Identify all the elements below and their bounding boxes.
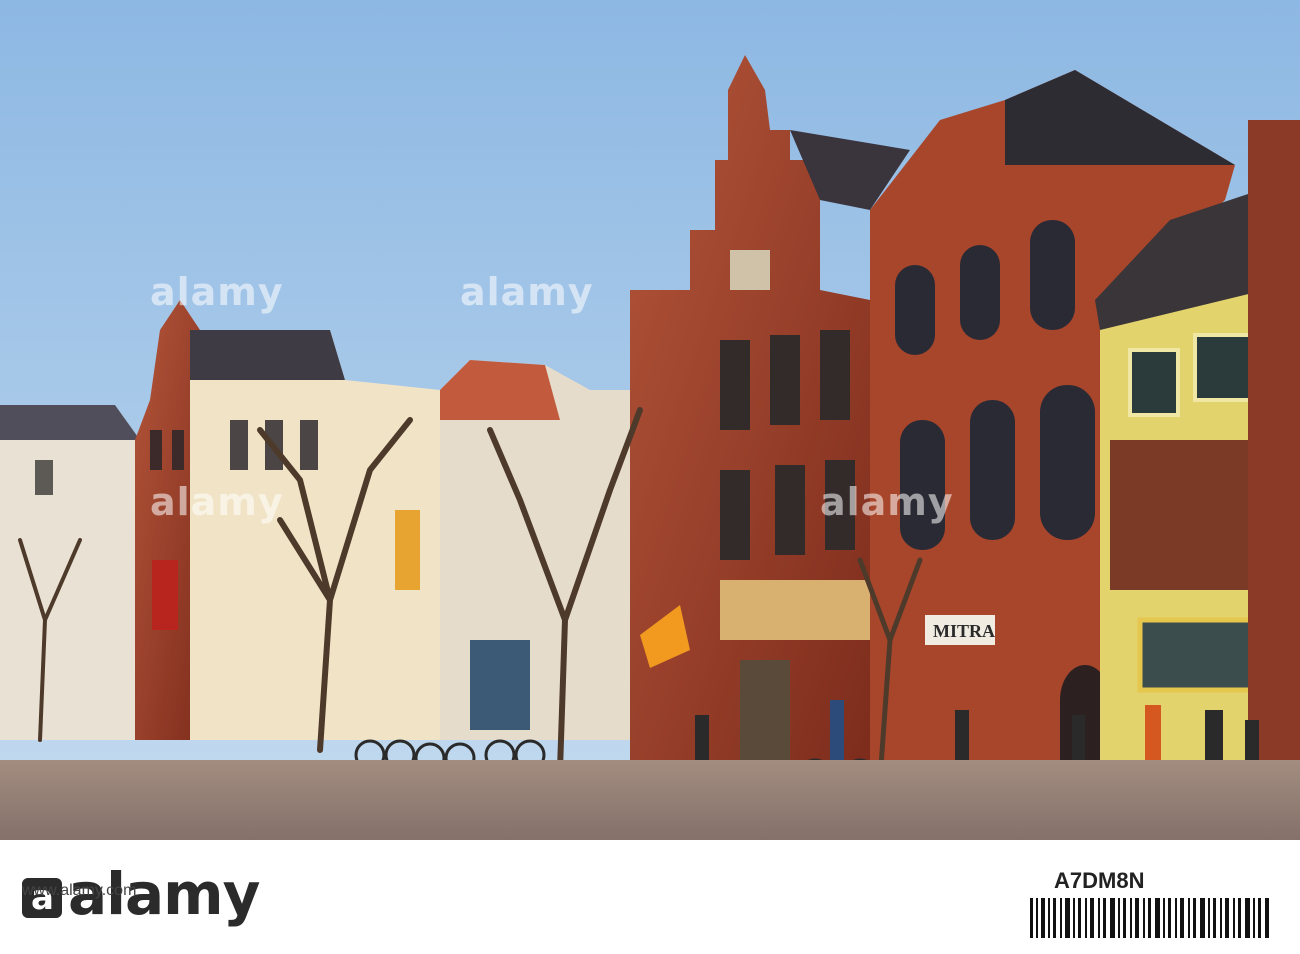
middle-buildings <box>440 360 630 740</box>
cobblestone-square <box>0 760 1300 840</box>
barcode-icon <box>1030 898 1269 938</box>
sign-mitra: MITRA <box>933 621 995 641</box>
stock-id: A7DM8N <box>1054 868 1145 893</box>
white-building-left <box>0 405 140 740</box>
street-photo: MITRA <box>0 0 1300 840</box>
site-url: www.alamy.com <box>22 882 137 899</box>
photo-scene: MITRA alamy alamy alamy alamy a alamy A7… <box>0 0 1300 954</box>
